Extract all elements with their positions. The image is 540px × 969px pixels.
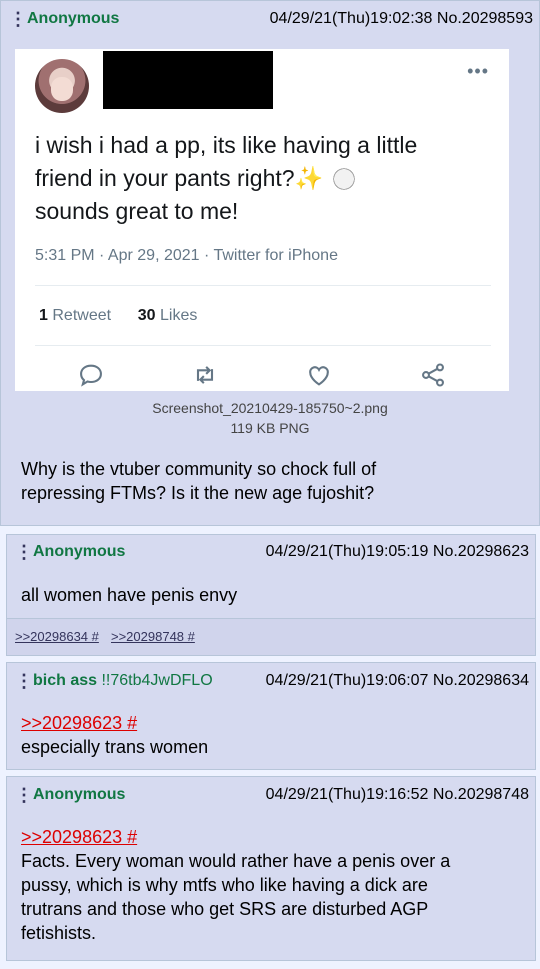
post-menu-icon[interactable]: ⋮ xyxy=(15,671,33,691)
redacted-username xyxy=(103,51,273,109)
post-datetime: 04/29/21(Thu)19:02:38 xyxy=(269,10,433,27)
backlink[interactable]: >>20298748 # xyxy=(111,629,195,644)
post-datetime: 04/29/21(Thu)19:06:07 xyxy=(265,672,429,689)
quote-link[interactable]: >>20298623 # xyxy=(21,825,525,849)
post-number[interactable]: No.20298593 xyxy=(437,10,533,27)
post-comment: all women have penis envy xyxy=(21,585,238,605)
avatar-face xyxy=(51,77,73,101)
divider xyxy=(35,285,491,286)
file-info: Screenshot_20210429-185750~2.png 119 KB … xyxy=(1,398,539,438)
poster-name: Anonymous xyxy=(33,543,126,560)
post-date-number: 04/29/21(Thu)19:02:38 No.20298593 xyxy=(270,9,533,29)
post-number[interactable]: No.20298634 xyxy=(433,672,529,689)
share-icon xyxy=(419,361,447,389)
tweet-text-segment: friend in your pants right? xyxy=(35,165,295,191)
tweet-text-line: sounds great to me! xyxy=(35,198,239,224)
post-op: ⋮ Anonymous 04/29/21(Thu)19:02:38 No.202… xyxy=(0,0,540,526)
avatar xyxy=(35,59,89,113)
comment-line: trutrans and those who get SRS are distu… xyxy=(21,899,429,919)
file-name-link[interactable]: Screenshot_20210429-185750~2.png xyxy=(1,398,539,418)
retweet-label: Retweet xyxy=(52,307,112,324)
post-date-number: 04/29/21(Thu)19:06:07 No.20298634 xyxy=(266,671,529,691)
comment-line: especially trans women xyxy=(21,737,209,757)
tweet-meta: 5:31 PM · Apr 29, 2021 · Twitter for iPh… xyxy=(35,247,338,264)
post-reply: ⋮ Anonymous 04/29/21(Thu)19:16:52 No.202… xyxy=(6,776,536,961)
tweet-text-line: i wish i had a pp, its like having a lit… xyxy=(35,132,418,158)
divider xyxy=(35,345,491,346)
poster-name: bich ass !!76tb4JwDFLO xyxy=(33,671,213,691)
sheep-emoji-icon xyxy=(329,168,358,190)
comment-line: Facts. Every woman would rather have a p… xyxy=(21,851,451,871)
like-count: 30 xyxy=(137,307,156,324)
poster-name: Anonymous xyxy=(27,10,120,27)
post-date-number: 04/29/21(Thu)19:05:19 No.20298623 xyxy=(266,542,529,562)
post-menu-icon[interactable]: ⋮ xyxy=(15,542,33,562)
tweet-text-line: friend in your pants right?✨ xyxy=(35,162,495,195)
quote-link[interactable]: >>20298623 # xyxy=(21,711,525,735)
post-number[interactable]: No.20298623 xyxy=(433,543,529,560)
post-comment: Why is the vtuber community so chock ful… xyxy=(21,457,529,505)
comment-line: Why is the vtuber community so chock ful… xyxy=(21,459,377,479)
post-menu-icon[interactable]: ⋮ xyxy=(15,785,33,805)
post-reply: ⋮ Anonymous 04/29/21(Thu)19:05:19 No.202… xyxy=(6,534,536,656)
retweet-count: 1 xyxy=(39,307,48,324)
more-icon: ••• xyxy=(467,61,489,81)
retweet-icon xyxy=(191,361,219,389)
heart-icon xyxy=(305,361,333,389)
tweet-actions xyxy=(15,361,509,389)
post-number[interactable]: No.20298748 xyxy=(433,786,529,803)
post-datetime: 04/29/21(Thu)19:16:52 xyxy=(265,786,429,803)
sparkles-icon: ✨ xyxy=(294,165,324,191)
poster-name: Anonymous xyxy=(33,786,126,803)
attached-image-tweet[interactable]: ••• i wish i had a pp, its like having a… xyxy=(15,49,509,391)
backlinks: >>20298634 # >>20298748 # xyxy=(7,618,535,655)
reply-icon xyxy=(77,361,105,389)
post-comment: >>20298623 # especially trans women xyxy=(21,711,525,759)
poster-name-text: bich ass xyxy=(33,672,98,689)
backlink[interactable]: >>20298634 # xyxy=(15,629,99,644)
comment-line: pussy, which is why mtfs who like having… xyxy=(21,875,428,895)
post-menu-icon[interactable]: ⋮ xyxy=(9,9,27,29)
tripcode: !!76tb4JwDFLO xyxy=(101,672,213,689)
post-reply: ⋮ bich ass !!76tb4JwDFLO 04/29/21(Thu)19… xyxy=(6,662,536,770)
comment-line: fetishists. xyxy=(21,923,97,943)
comment-line: repressing FTMs? Is it the new age fujos… xyxy=(21,483,375,503)
like-label: Likes xyxy=(159,307,198,324)
post-comment: >>20298623 # Facts. Every woman would ra… xyxy=(21,825,525,945)
tweet-counts: 1 Retweet 30 Likes xyxy=(39,307,197,325)
file-size: 119 KB PNG xyxy=(230,420,310,436)
post-datetime: 04/29/21(Thu)19:05:19 xyxy=(265,543,429,560)
tweet-text: i wish i had a pp, its like having a lit… xyxy=(35,129,495,228)
post-date-number: 04/29/21(Thu)19:16:52 No.20298748 xyxy=(266,785,529,805)
